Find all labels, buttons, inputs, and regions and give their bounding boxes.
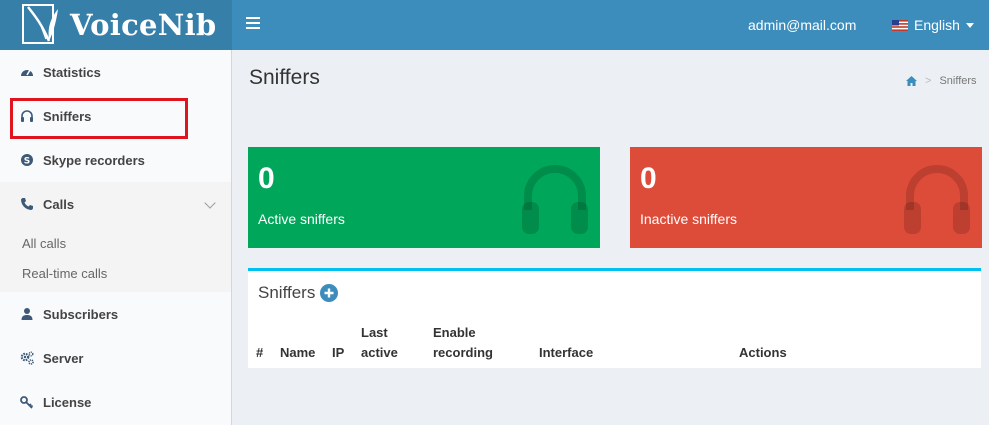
column-header-name[interactable]: Name <box>280 343 315 363</box>
panel-title-text: Sniffers <box>258 283 316 302</box>
chevron-down-icon <box>204 197 216 209</box>
sidebar-subitem-all-calls[interactable]: All calls <box>0 228 231 258</box>
home-icon[interactable] <box>906 76 917 86</box>
quill-logo-icon <box>22 4 58 44</box>
column-header-enable-recording-line2[interactable]: recording <box>433 343 493 363</box>
breadcrumb-separator: > <box>925 75 932 87</box>
page-title: Sniffers <box>249 66 320 89</box>
inactive-sniffers-box: 0 Inactive sniffers <box>630 147 982 248</box>
sidebar-item-label: Sniffers <box>43 108 92 124</box>
sidebar-item-subscribers[interactable]: Subscribers <box>0 292 231 336</box>
inactive-sniffers-label: Inactive sniffers <box>640 211 738 227</box>
column-header-interface[interactable]: Interface <box>539 343 593 363</box>
user-email[interactable]: admin@mail.com <box>748 17 856 33</box>
add-sniffer-plus-icon[interactable] <box>320 284 339 302</box>
sidebar-item-statistics[interactable]: Statistics <box>0 50 231 94</box>
sidebar-item-label: Subscribers <box>43 306 119 322</box>
sidebar-item-calls[interactable]: Calls <box>0 182 231 226</box>
sidebar-subitem-realtime-calls[interactable]: Real-time calls <box>0 258 231 288</box>
key-icon <box>20 395 34 409</box>
sidebar-item-label: Calls <box>43 196 75 212</box>
phone-icon <box>20 197 34 211</box>
us-flag-icon <box>892 19 908 31</box>
calls-submenu: All calls Real-time calls <box>0 226 231 292</box>
inactive-sniffers-count: 0 <box>640 162 657 195</box>
panel-title: Sniffers <box>258 283 339 303</box>
headphones-icon <box>20 109 34 123</box>
active-sniffers-count: 0 <box>258 162 275 195</box>
caret-down-icon <box>965 22 974 28</box>
user-icon <box>20 307 34 321</box>
language-label: English <box>914 17 960 33</box>
sniffers-table-panel: Sniffers # Name IP Last active Enable re… <box>248 268 981 368</box>
column-header-ip[interactable]: IP <box>332 343 344 363</box>
top-navbar: admin@mail.com English <box>232 0 989 50</box>
active-sniffers-box: 0 Active sniffers <box>248 147 600 248</box>
breadcrumb: > Sniffers <box>906 75 977 87</box>
sidebar-toggle-icon[interactable] <box>246 17 260 31</box>
column-header-enable-recording-line1[interactable]: Enable <box>433 323 476 343</box>
sidebar-item-skype-recorders[interactable]: S Skype recorders <box>0 138 231 182</box>
column-header-last-active-line2[interactable]: active <box>361 343 398 363</box>
sidebar-item-server[interactable]: Server <box>0 336 231 380</box>
column-header-number[interactable]: # <box>256 343 263 363</box>
sidebar-item-label: Server <box>43 350 84 366</box>
active-sniffers-label: Active sniffers <box>258 211 345 227</box>
skype-icon: S <box>20 153 34 167</box>
sidebar-item-sniffers[interactable]: Sniffers <box>0 94 231 138</box>
language-dropdown[interactable]: English <box>892 17 974 33</box>
app-name: VoiceNib <box>70 8 217 42</box>
sidebar: Statistics Sniffers S Skype recorders Ca… <box>0 50 232 425</box>
dashboard-icon <box>20 65 34 79</box>
sidebar-item-label: Skype recorders <box>43 152 145 168</box>
breadcrumb-current: Sniffers <box>939 75 977 87</box>
sidebar-item-label: License <box>43 394 92 410</box>
svg-text:S: S <box>24 157 30 167</box>
column-header-actions[interactable]: Actions <box>739 343 787 363</box>
column-header-last-active-line1[interactable]: Last <box>361 323 388 343</box>
headphones-icon <box>522 165 588 234</box>
headphones-icon <box>904 165 970 234</box>
sidebar-item-license[interactable]: License <box>0 380 231 424</box>
logo[interactable]: VoiceNib <box>0 0 232 50</box>
sidebar-item-label: Statistics <box>43 64 101 80</box>
gears-icon <box>20 351 34 365</box>
